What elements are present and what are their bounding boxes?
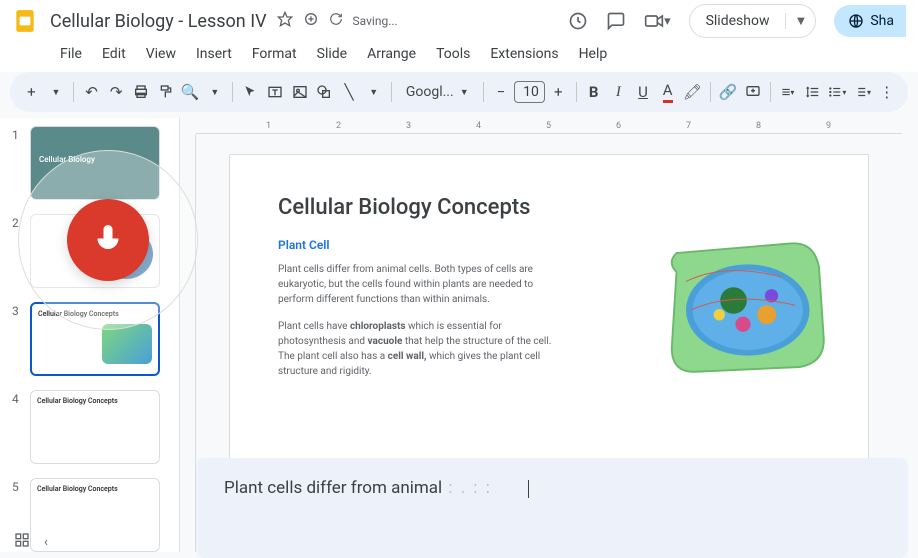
bullet-list-button[interactable]: ▾ [826,78,849,106]
image-tool[interactable] [288,78,311,106]
bold-button[interactable]: B [582,78,605,106]
slide-paragraph-2[interactable]: Plant cells have chloroplasts which is e… [278,319,558,379]
link-button[interactable]: 🔗 [717,78,740,106]
move-icon[interactable] [303,11,319,31]
collapse-icon[interactable]: ‹ [44,535,48,550]
italic-button[interactable]: I [607,78,630,106]
document-title[interactable]: Cellular Biology - Lesson IV [50,11,267,32]
text-cursor [528,480,529,498]
shape-tool[interactable] [313,78,336,106]
share-button[interactable]: Sha [834,5,906,37]
titlebar: Cellular Biology - Lesson IV Saving... ▾… [0,0,918,42]
underline-button[interactable]: U [632,78,655,106]
share-label: Sha [870,13,894,29]
bottom-bar: ‹ [0,526,62,558]
align-button[interactable]: ≡▾ [777,78,800,106]
menu-view[interactable]: View [138,42,184,66]
toolbar: + ▼ ↶ ↷ 🔍 ▼ ╲ ▼ Googl...▼ − 10 + B I U A… [10,72,908,112]
menu-help[interactable]: Help [571,42,616,66]
slide-canvas[interactable]: Cellular Biology Concepts Plant Cell Pla… [229,154,869,470]
slide-number: 4 [12,390,22,464]
save-status: Saving... [353,14,398,28]
font-selector[interactable]: Googl...▼ [398,84,477,100]
select-tool[interactable] [239,78,262,106]
slideshow-label: Slideshow [690,13,786,29]
grid-view-icon[interactable] [14,532,30,552]
speaker-notes[interactable]: Plant cells differ from animal : . : : [196,458,908,558]
menu-slide[interactable]: Slide [309,42,355,66]
text-color-button[interactable]: A [656,78,679,106]
slide-thumbnail-4[interactable] [30,390,160,464]
new-slide-dropdown[interactable]: ▼ [45,78,68,106]
slide-number: 3 [12,302,22,376]
line-tool[interactable]: ╲ [338,78,361,106]
history-icon[interactable] [568,11,588,31]
highlight-button[interactable]: 🖍 [681,78,704,106]
comment-icon[interactable] [606,11,626,31]
plant-cell-image[interactable] [648,215,838,405]
slide-paragraph-1[interactable]: Plant cells differ from animal cells. Bo… [278,262,558,307]
slideshow-button[interactable]: Slideshow ▼ [689,4,817,38]
font-size-minus[interactable]: − [489,78,512,106]
dictation-dots: : . : : [442,478,498,498]
microphone-button[interactable] [67,199,149,281]
menu-edit[interactable]: Edit [94,42,134,66]
font-size-input[interactable]: 10 [514,81,545,103]
textbox-tool[interactable] [264,78,287,106]
refresh-icon[interactable] [329,12,343,30]
voice-input-overlay [18,150,198,330]
line-spacing-button[interactable] [801,78,824,106]
print-button[interactable] [130,78,153,106]
numbered-list-button[interactable]: ▾ [851,78,874,106]
zoom-dropdown[interactable]: ▼ [204,78,227,106]
slideshow-dropdown-icon[interactable]: ▼ [785,13,815,29]
slide-number: 1 [12,126,22,200]
menu-tools[interactable]: Tools [428,42,478,66]
slides-logo[interactable] [12,8,38,34]
menu-file[interactable]: File [52,42,90,66]
video-icon[interactable]: ▾ [644,11,671,31]
notes-text: Plant cells differ from animal [224,478,442,498]
paint-format-button[interactable] [154,78,177,106]
menu-extensions[interactable]: Extensions [482,42,566,66]
add-comment-button[interactable] [741,78,764,106]
menu-arrange[interactable]: Arrange [359,42,424,66]
menu-format[interactable]: Format [244,42,305,66]
more-options-button[interactable]: ⋮ [875,78,898,106]
horizontal-ruler: 1 2 3 4 5 6 7 8 9 [196,118,902,134]
star-icon[interactable] [277,11,293,31]
zoom-button[interactable]: 🔍 [179,78,202,106]
new-slide-button[interactable]: + [20,78,43,106]
menubar: File Edit View Insert Format Slide Arran… [0,42,918,72]
line-dropdown[interactable]: ▼ [362,78,385,106]
redo-button[interactable]: ↷ [105,78,128,106]
font-size-plus[interactable]: + [547,78,570,106]
menu-insert[interactable]: Insert [188,42,240,66]
undo-button[interactable]: ↶ [80,78,103,106]
